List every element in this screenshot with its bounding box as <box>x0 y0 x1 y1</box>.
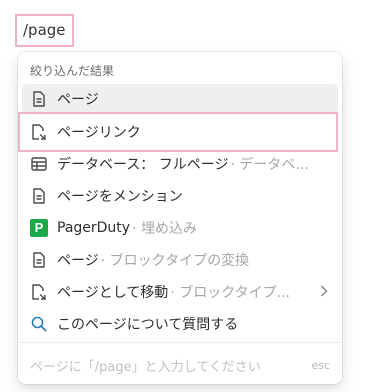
footer-hint: ページに「/page」と入力してください <box>30 360 261 375</box>
menu-item-page[interactable]: ページ <box>22 84 338 114</box>
menu-item-label: ページ <box>57 253 99 269</box>
table-icon <box>30 155 48 173</box>
menu-item-label: ページとして移動 <box>57 285 169 301</box>
chevron-right-icon[interactable] <box>320 284 328 302</box>
menu-item-move-as-page[interactable]: ページとして移動 ブロックタイプ... <box>22 277 338 307</box>
menu-item-turn-into-page[interactable]: ページ ブロックタイプの変換 <box>22 245 338 275</box>
page-link-icon <box>30 123 48 141</box>
menu-item-label: ページをメンション <box>57 189 183 205</box>
menu-item-label: ページリンク <box>57 125 141 141</box>
menu-item-sublabel: ブロックタイプの変換 <box>101 250 249 270</box>
esc-hint[interactable]: esc <box>311 359 330 372</box>
menu-item-label: データベース： フルページ <box>57 157 229 173</box>
page-link-icon <box>30 283 48 301</box>
menu-item-label: ページ <box>57 92 99 108</box>
menu-item-sublabel: 埋め込み <box>132 218 197 238</box>
menu-item-mention-page[interactable]: ページをメンション <box>22 181 338 211</box>
page-icon <box>30 251 48 269</box>
menu-item-ask-about-page[interactable]: このページについて質問する <box>22 309 338 339</box>
page-icon <box>30 187 48 205</box>
menu-item-database-fullpage[interactable]: データベース： フルページ データベ... <box>22 149 338 179</box>
menu-item-page-link[interactable]: ページリンク <box>22 117 338 147</box>
search-icon <box>30 315 48 333</box>
menu-item-sublabel: ブロックタイプ... <box>170 282 290 302</box>
divider <box>18 342 342 343</box>
menu-item-label: このページについて質問する <box>57 317 239 333</box>
page-icon <box>30 90 48 108</box>
command-input-text: /page <box>23 21 66 39</box>
slash-command-menu: 絞り込んだ結果 ページ ページリンク データベース： フルページ データベ...… <box>18 52 342 384</box>
pagerduty-logo-icon: P <box>30 219 48 237</box>
menu-item-sublabel: データベ... <box>230 154 308 174</box>
menu-item-pagerduty[interactable]: P PagerDuty 埋め込み <box>22 213 338 243</box>
menu-item-label: PagerDuty <box>57 220 131 236</box>
menu-footer: ページに「/page」と入力してください esc <box>30 356 330 375</box>
section-title: 絞り込んだ結果 <box>30 64 115 78</box>
command-input[interactable]: /page <box>15 14 74 47</box>
